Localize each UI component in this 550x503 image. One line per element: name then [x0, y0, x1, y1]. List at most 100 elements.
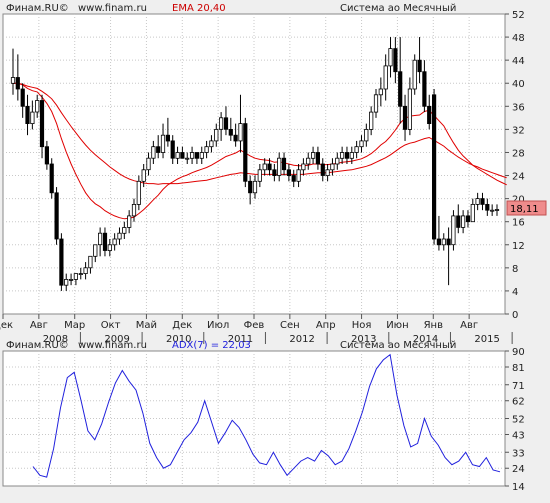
x-year-label: 2012 — [289, 334, 314, 345]
candle-body-down — [44, 146, 50, 165]
x-month-label: Фев — [244, 320, 265, 331]
candle-body-up — [335, 157, 340, 165]
price-y-tick-label: 24 — [512, 172, 525, 183]
candle-body-down — [59, 238, 64, 286]
candle-body-down — [480, 198, 485, 205]
x-month-label: Апр — [316, 320, 336, 331]
candle-body-down — [320, 163, 325, 176]
x-month-label: Дек — [0, 320, 13, 331]
candle-body-up — [151, 146, 156, 159]
candle-body-up — [490, 209, 495, 212]
candle-body-up — [470, 203, 475, 223]
candle-body-up — [238, 123, 243, 142]
candle-body-up — [364, 128, 369, 142]
candle-body-up — [35, 100, 40, 113]
candle-body-down — [436, 238, 442, 246]
candle-body-up — [407, 88, 413, 130]
candle-body-up — [349, 152, 354, 159]
adx-header-indicator: ADX(7) = 22,03 — [172, 340, 251, 351]
candle-body-down — [39, 100, 45, 148]
candle-body-up — [383, 65, 388, 90]
price-y-tick-label: 16 — [512, 218, 525, 229]
candle-body-up — [214, 128, 219, 142]
candle-body-up — [262, 163, 267, 171]
candle-body-up — [310, 152, 316, 159]
candle-body-up — [330, 163, 335, 171]
candle-body-up — [98, 232, 103, 246]
candle-body-up — [112, 238, 117, 246]
x-month-label: Дек — [172, 320, 192, 331]
chart-canvas: 0481216202428323640444852 ДекАвгМарОктМа… — [0, 3, 547, 493]
candle-body-up — [93, 244, 98, 257]
price-y-tick-label: 4 — [512, 287, 518, 298]
adx-y-axis: 14 24 33 43 52 62 71 81 90 — [505, 347, 525, 493]
candle-body-up — [257, 169, 262, 182]
candle-body-up — [378, 88, 383, 96]
candle-body-down — [427, 105, 432, 125]
chart-window: 0481216202428323640444852 ДекАвгМарОктМа… — [0, 0, 550, 499]
candle-body-up — [441, 238, 446, 246]
candle-body-up — [460, 215, 466, 228]
candle-body-down — [315, 152, 321, 165]
candle — [431, 89, 437, 245]
candle-body-down — [393, 48, 398, 73]
candle-body-down — [228, 128, 233, 136]
candle-body-up — [199, 152, 204, 159]
x-month-label: Май — [136, 320, 157, 331]
candle-body-up — [146, 157, 151, 171]
candle-body-down — [417, 59, 422, 73]
price-y-tick-label: 52 — [512, 10, 525, 21]
price-y-tick-label: 48 — [512, 33, 525, 44]
price-y-tick-label: 28 — [512, 148, 525, 159]
candle-body-down — [233, 134, 238, 142]
candle-body-up — [10, 77, 16, 84]
candle-body-up — [88, 255, 93, 269]
header-indicator: EMA 20,40 — [172, 3, 226, 14]
candle-body-down — [54, 192, 59, 240]
candle-body-down — [422, 71, 427, 107]
price-y-tick-label: 44 — [512, 56, 525, 67]
candle-body-up — [388, 48, 393, 67]
candle-body-up — [78, 273, 83, 276]
candle-body-down — [194, 152, 199, 159]
candle-body-up — [204, 146, 209, 153]
candle-body-down — [156, 146, 161, 153]
candle-body-up — [160, 134, 166, 153]
candle-body-up — [339, 152, 345, 159]
candle-body-up — [451, 215, 456, 246]
candle-body-up — [277, 157, 282, 176]
candle-body-down — [20, 88, 25, 107]
candle-body-up — [373, 94, 379, 113]
candle-body-up — [64, 278, 69, 286]
candle-body-down — [485, 203, 490, 211]
candle-body-up — [141, 169, 146, 182]
candle-body-up — [325, 169, 330, 177]
candle-body-up — [136, 180, 141, 205]
candle-body-down — [344, 152, 350, 159]
candle-body-down — [456, 215, 461, 228]
x-month-label: Авг — [30, 320, 48, 331]
adx-y-tick-label: 81 — [512, 363, 525, 374]
candle — [412, 54, 417, 95]
candle-body-down — [286, 169, 292, 177]
candle — [49, 158, 54, 199]
candle-body-up — [127, 215, 132, 228]
price-y-tick-label: 0 — [512, 310, 518, 321]
adx-y-tick-label: 52 — [512, 415, 525, 426]
candle-body-up — [189, 152, 195, 159]
candle-body-up — [301, 163, 306, 171]
candle-body-up — [69, 278, 74, 281]
candle-body-up — [117, 232, 122, 240]
candle-body-down — [102, 232, 108, 251]
candle-body-down — [267, 163, 272, 171]
candle-body-up — [252, 180, 258, 194]
last-price-label: 18,11 — [510, 204, 539, 215]
adx-y-tick-label: 62 — [512, 397, 525, 408]
x-month-label: Сен — [280, 320, 300, 331]
candle-body-up — [30, 111, 35, 124]
candle-body-up — [359, 140, 364, 148]
candle-body-down — [165, 134, 170, 142]
candle-body-down — [170, 140, 175, 159]
price-y-tick-label: 8 — [512, 264, 518, 275]
candle-body-up — [494, 209, 500, 211]
